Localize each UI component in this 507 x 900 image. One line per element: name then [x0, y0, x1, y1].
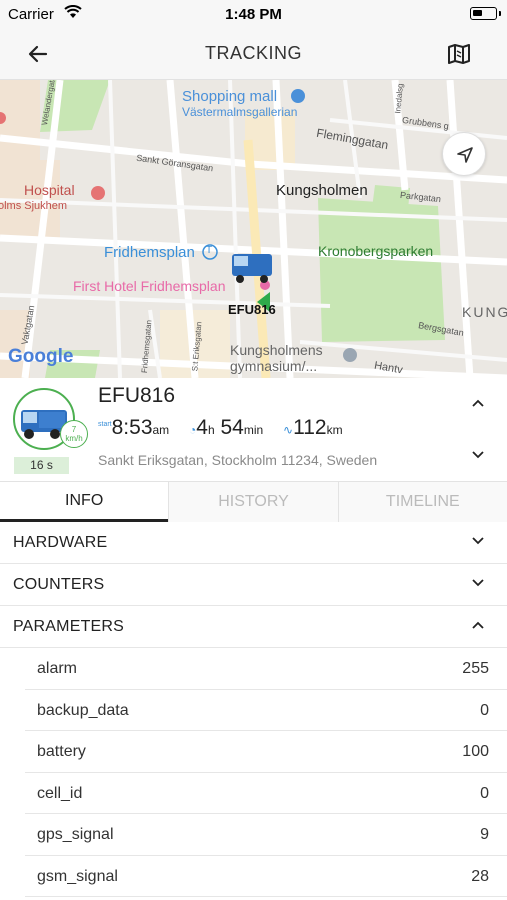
speed-badge: 7 km/h [60, 420, 88, 448]
map-label-shopping-mall: Shopping mall [182, 88, 278, 105]
parameter-name: gps_signal [37, 826, 114, 843]
map-label-gymnasium-2: gymnasium/... [230, 358, 318, 374]
vehicle-summary: 7 km/h 16 s EFU816 start8:53am ◔4h 54min… [0, 378, 507, 481]
tab-history[interactable]: HISTORY [168, 482, 338, 522]
section-hardware[interactable]: HARDWARE [0, 522, 507, 564]
section-counters[interactable]: COUNTERS [0, 564, 507, 606]
parameter-value: 255 [462, 660, 489, 677]
google-logo: Google [8, 346, 74, 367]
parameter-name: cell_id [37, 784, 83, 802]
tab-info[interactable]: INFO [0, 482, 169, 522]
status-bar: Carrier 1:48 PM [0, 0, 507, 28]
detail-tabs: INFO HISTORY TIMELINE [0, 481, 507, 522]
locate-icon [457, 147, 473, 163]
parameter-row: gps_signal 9 [25, 814, 507, 856]
battery-icon [470, 7, 501, 20]
parameter-value: 100 [462, 743, 489, 760]
start-time-stat: start8:53am [98, 416, 169, 439]
parameter-name: battery [37, 743, 86, 760]
distance-stat: ∿112km [283, 416, 343, 439]
speed-value: 7 [71, 425, 77, 434]
parameter-value: 0 [480, 784, 489, 802]
parameter-value: 0 [480, 701, 489, 719]
vehicle-plate: EFU816 [98, 384, 176, 407]
duration-stat: ◔4h 54min [189, 416, 263, 439]
map-label-kung: KUNG [462, 304, 507, 320]
duration-minutes-unit: min [243, 423, 264, 437]
vehicle-address: Sankt Eriksgatan, Stockholm 11234, Swede… [98, 452, 378, 468]
parameter-name: gsm_signal [37, 867, 118, 885]
parameter-row: cell_id 0 [25, 772, 507, 814]
distance-unit: km [326, 423, 343, 437]
map-label-vehicle: EFU816 [228, 302, 276, 317]
section-parameters-label: PARAMETERS [13, 618, 125, 635]
map-label-gymnasium-1: Kungsholmens [230, 342, 323, 358]
parameter-row: battery 100 [25, 731, 507, 773]
parameter-name: backup_data [37, 701, 129, 719]
parameter-row: gsm_signal 28 [25, 855, 507, 897]
map-label-fridhemsplan: Fridhemsplan [104, 244, 195, 261]
elapsed-badge: 16 s [14, 457, 69, 474]
parameter-row: alarm 255 [25, 648, 507, 690]
map-label-tbana: T [206, 245, 213, 256]
page-title: TRACKING [204, 43, 302, 63]
chevron-down-icon [472, 537, 484, 545]
map-label-first-hotel: First Hotel Fridhemsplan [73, 278, 226, 294]
duration-minutes: 54 [220, 416, 244, 439]
chevron-down-icon [472, 579, 484, 587]
map-icon[interactable] [447, 42, 471, 66]
start-label: start [98, 421, 112, 428]
route-icon: ∿ [283, 423, 294, 437]
map-label-kungsholmen: Kungsholmen [276, 182, 368, 199]
duration-hours: 4 [196, 416, 208, 439]
parameter-value: 9 [480, 826, 489, 843]
chevron-up-icon [472, 621, 484, 629]
map-label-sjukhem: olms Sjukhem [0, 200, 68, 212]
locate-button[interactable] [442, 132, 486, 176]
map-label-kronobergsparken: Kronobergsparken [318, 243, 434, 259]
map-label-vastermalmsgallerian: Västermalmsgallerian [182, 105, 298, 119]
duration-hours-unit: h [207, 423, 215, 437]
section-hardware-label: HARDWARE [13, 534, 108, 551]
map-label-hospital: Hospital [24, 182, 75, 198]
section-counters-label: COUNTERS [13, 576, 105, 593]
start-time: 8:53 [111, 416, 153, 439]
speed-unit: km/h [65, 434, 83, 443]
navigation-bar: TRACKING [0, 28, 507, 80]
section-parameters[interactable]: PARAMETERS [0, 606, 507, 648]
parameter-name: alarm [37, 660, 78, 677]
start-suffix: am [152, 423, 170, 437]
tab-timeline[interactable]: TIMELINE [337, 482, 507, 522]
distance-value: 112 [293, 416, 327, 439]
chevron-down-icon[interactable] [471, 450, 485, 460]
chevron-up-icon[interactable] [471, 398, 485, 408]
clock-time: 1:48 PM [225, 6, 282, 23]
map-view[interactable]: Shopping mall Västermalmsgallerian Flemi… [0, 80, 507, 378]
trip-stats: start8:53am ◔4h 54min ∿112km [98, 416, 357, 440]
parameter-row: backup_data 0 [25, 689, 507, 731]
parameter-value: 28 [471, 867, 489, 885]
